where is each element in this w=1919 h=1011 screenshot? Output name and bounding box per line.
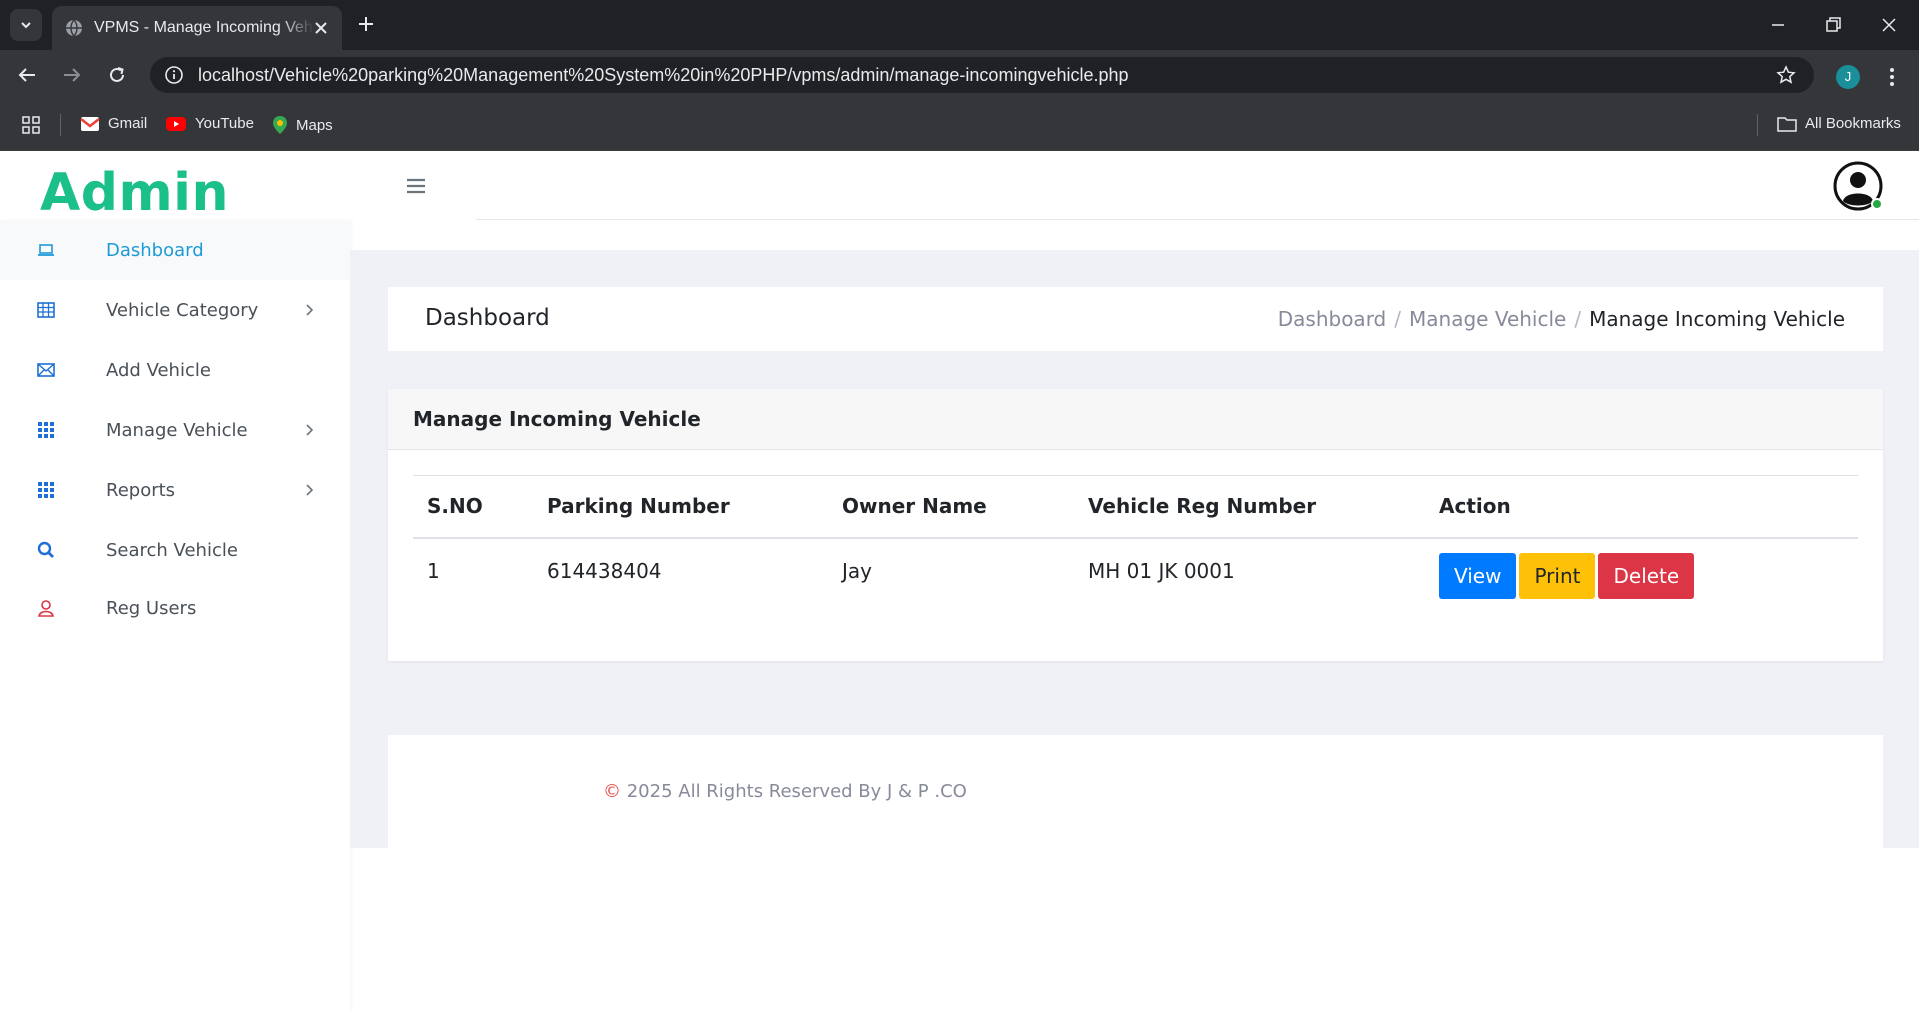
youtube-icon [166,116,186,131]
sidebar-item-label: Add Vehicle [106,359,211,381]
cell-parking-number: 614438404 [547,558,662,583]
bookmark-gmail[interactable]: Gmail [80,115,147,132]
footer: © 2025 All Rights Reserved By J & P .CO [388,735,1883,848]
maps-icon [273,116,287,134]
apps-grid-icon[interactable] [22,116,40,134]
column-header-action: Action [1425,475,1858,539]
sidebar-item-label: Reg Users [106,597,197,619]
chevron-down-icon [21,22,31,29]
page-title: Dashboard [425,305,550,331]
sidebar-item-reports[interactable]: Reports [0,460,350,520]
back-icon[interactable] [15,63,39,87]
copyright-text: 2025 All Rights Reserved By J & P .CO [621,781,967,802]
sidebar-item-add-vehicle[interactable]: Add Vehicle [0,340,350,400]
table-icon [37,302,55,318]
hamburger-menu-icon[interactable] [406,177,426,195]
grid-icon [38,482,54,498]
sidebar-item-label: Search Vehicle [106,539,238,561]
incoming-vehicle-card: Manage Incoming Vehicle S.NO Parking Num… [388,389,1883,661]
breadcrumb-separator: / [1394,307,1402,331]
bookmark-youtube[interactable]: YouTube [165,115,254,132]
cell-actions: View Print Delete [1425,538,1858,616]
new-tab-icon[interactable] [355,13,377,35]
close-window-icon[interactable] [1878,14,1900,36]
web-page: Admin Dashboard Vehicle Category Add Veh… [0,151,1919,1011]
globe-icon [66,19,82,37]
browser-toolbar: localhost/Vehicle%20parking%20Management… [0,50,1919,100]
column-header-reg-number: Vehicle Reg Number [1074,475,1425,539]
bookmark-maps[interactable]: Maps [272,115,333,135]
cell-reg-number: MH 01 JK 0001 [1088,558,1235,583]
sidebar-item-reg-users[interactable]: Reg Users [0,580,350,636]
minimize-icon[interactable] [1767,14,1789,36]
forward-icon[interactable] [60,63,84,87]
copyright-symbol: © [603,781,621,802]
sidebar-item-manage-vehicle[interactable]: Manage Vehicle [0,400,350,460]
bookmarks-bar: Gmail YouTube Maps All Bookmarks [0,100,1919,151]
envelope-icon [37,363,55,377]
folder-icon [1777,116,1797,132]
card-header: Manage Incoming Vehicle [388,389,1883,450]
address-bar[interactable]: localhost/Vehicle%20parking%20Management… [150,57,1814,93]
card-title: Manage Incoming Vehicle [413,407,701,431]
url-text: localhost/Vehicle%20parking%20Management… [198,64,1129,85]
view-button[interactable]: View [1439,552,1517,599]
browser-tab-active[interactable]: VPMS - Manage Incoming Vehicle [52,6,342,50]
close-tab-icon[interactable] [312,19,330,37]
laptop-icon [38,244,54,256]
cell-owner-name: Jay [842,558,872,583]
table-header-row: S.NO Parking Number Owner Name Vehicle R… [413,475,1858,539]
cell-sno: 1 [427,558,440,583]
breadcrumb-separator: / [1574,307,1582,331]
all-bookmarks[interactable]: All Bookmarks [1777,115,1901,132]
vehicle-table: S.NO Parking Number Owner Name Vehicle R… [413,475,1858,616]
breadcrumb-manage-vehicle[interactable]: Manage Vehicle [1409,307,1566,331]
column-header-sno: S.NO [413,475,533,539]
tab-title: VPMS - Manage Incoming Vehicle [94,19,314,36]
reload-icon[interactable] [105,63,129,87]
restore-icon[interactable] [1822,14,1844,36]
browser-tabstrip: VPMS - Manage Incoming Vehicle [0,0,1919,50]
gmail-icon [80,116,100,131]
search-icon [37,541,54,558]
sidebar-item-label: Reports [106,479,176,501]
header-divider [476,219,1919,220]
column-header-parking-number: Parking Number [533,475,828,539]
sidebar-item-search-vehicle[interactable]: Search Vehicle [0,520,350,580]
chevron-right-icon [306,484,314,496]
user-avatar-icon[interactable] [1833,161,1883,211]
delete-button[interactable]: Delete [1598,552,1695,599]
sidebar-item-label: Dashboard [106,239,204,261]
chevron-right-icon [306,424,314,436]
app-logo[interactable]: Admin [40,163,229,223]
print-button[interactable]: Print [1519,552,1596,599]
bookmarks-separator [60,114,61,136]
user-icon [38,600,54,617]
site-info-icon[interactable] [164,65,184,85]
sidebar-item-vehicle-category[interactable]: Vehicle Category [0,280,350,340]
column-header-owner-name: Owner Name [828,475,1074,539]
sidebar: Dashboard Vehicle Category Add Vehicle M… [0,220,350,1011]
chevron-right-icon [306,304,314,316]
table-row: 1 614438404 Jay MH 01 JK 0001 View Print D… [413,538,1858,616]
profile-avatar[interactable]: J [1836,65,1860,89]
bookmark-star-icon[interactable] [1776,65,1796,85]
more-menu-icon[interactable] [1882,66,1902,88]
grid-icon [38,422,54,438]
breadcrumb: Dashboard / Manage Vehicle / Manage Inco… [1278,307,1845,331]
footer-text: © 2025 All Rights Reserved By J & P .CO [603,781,967,802]
page-header-card: Dashboard Dashboard / Manage Vehicle / M… [388,287,1883,351]
sidebar-item-dashboard[interactable]: Dashboard [0,220,350,280]
bookmarks-separator [1757,114,1758,136]
breadcrumb-dashboard[interactable]: Dashboard [1278,307,1387,331]
breadcrumb-current: Manage Incoming Vehicle [1589,307,1845,331]
tab-search-button[interactable] [10,9,42,41]
sidebar-item-label: Manage Vehicle [106,419,248,441]
sidebar-item-label: Vehicle Category [106,299,259,321]
